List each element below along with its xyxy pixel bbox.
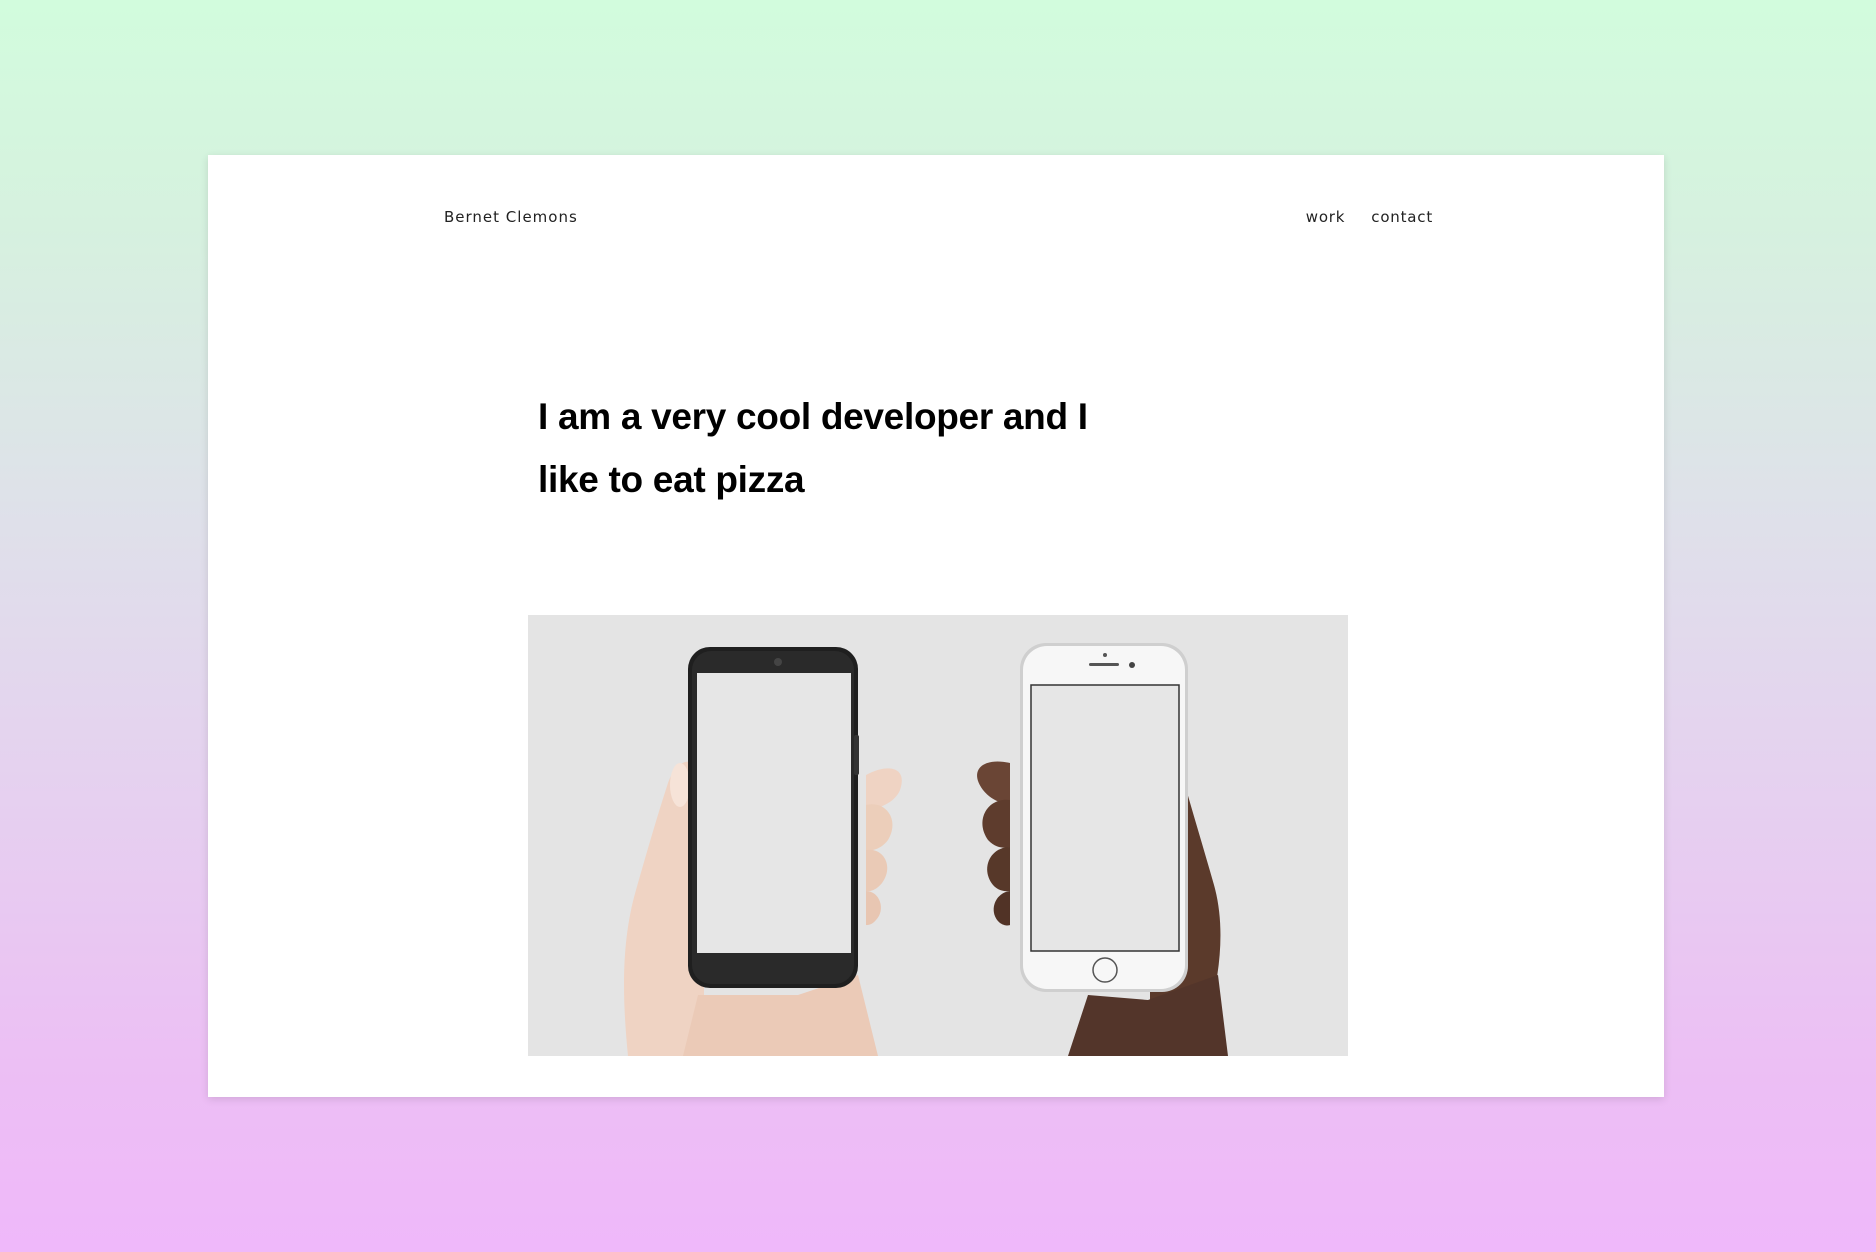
hero-image: [528, 615, 1348, 1056]
top-nav: work contact: [1306, 208, 1433, 226]
hero-headline: I am a very cool developer and I like to…: [538, 396, 1088, 500]
page-card: Bernet Clemons work contact I am a very …: [208, 155, 1664, 1097]
left-phone: [688, 647, 859, 988]
right-phone: [1020, 643, 1188, 992]
hands-holding-phones-illustration: [624, 643, 1228, 1056]
site-brand[interactable]: Bernet Clemons: [444, 208, 578, 226]
nav-link-contact[interactable]: contact: [1371, 208, 1433, 226]
nav-link-work[interactable]: work: [1306, 208, 1346, 226]
